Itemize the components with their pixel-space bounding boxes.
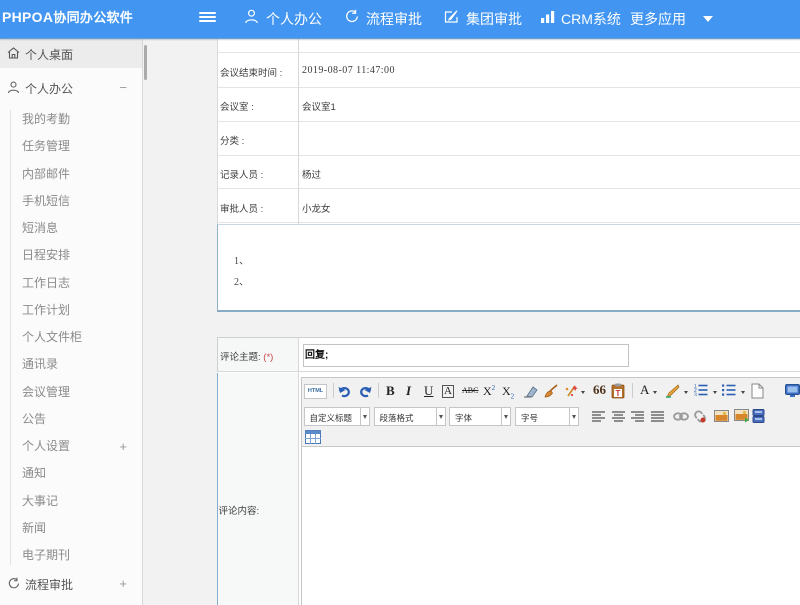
- svg-text:T: T: [616, 389, 621, 398]
- svg-text:3: 3: [694, 393, 697, 397]
